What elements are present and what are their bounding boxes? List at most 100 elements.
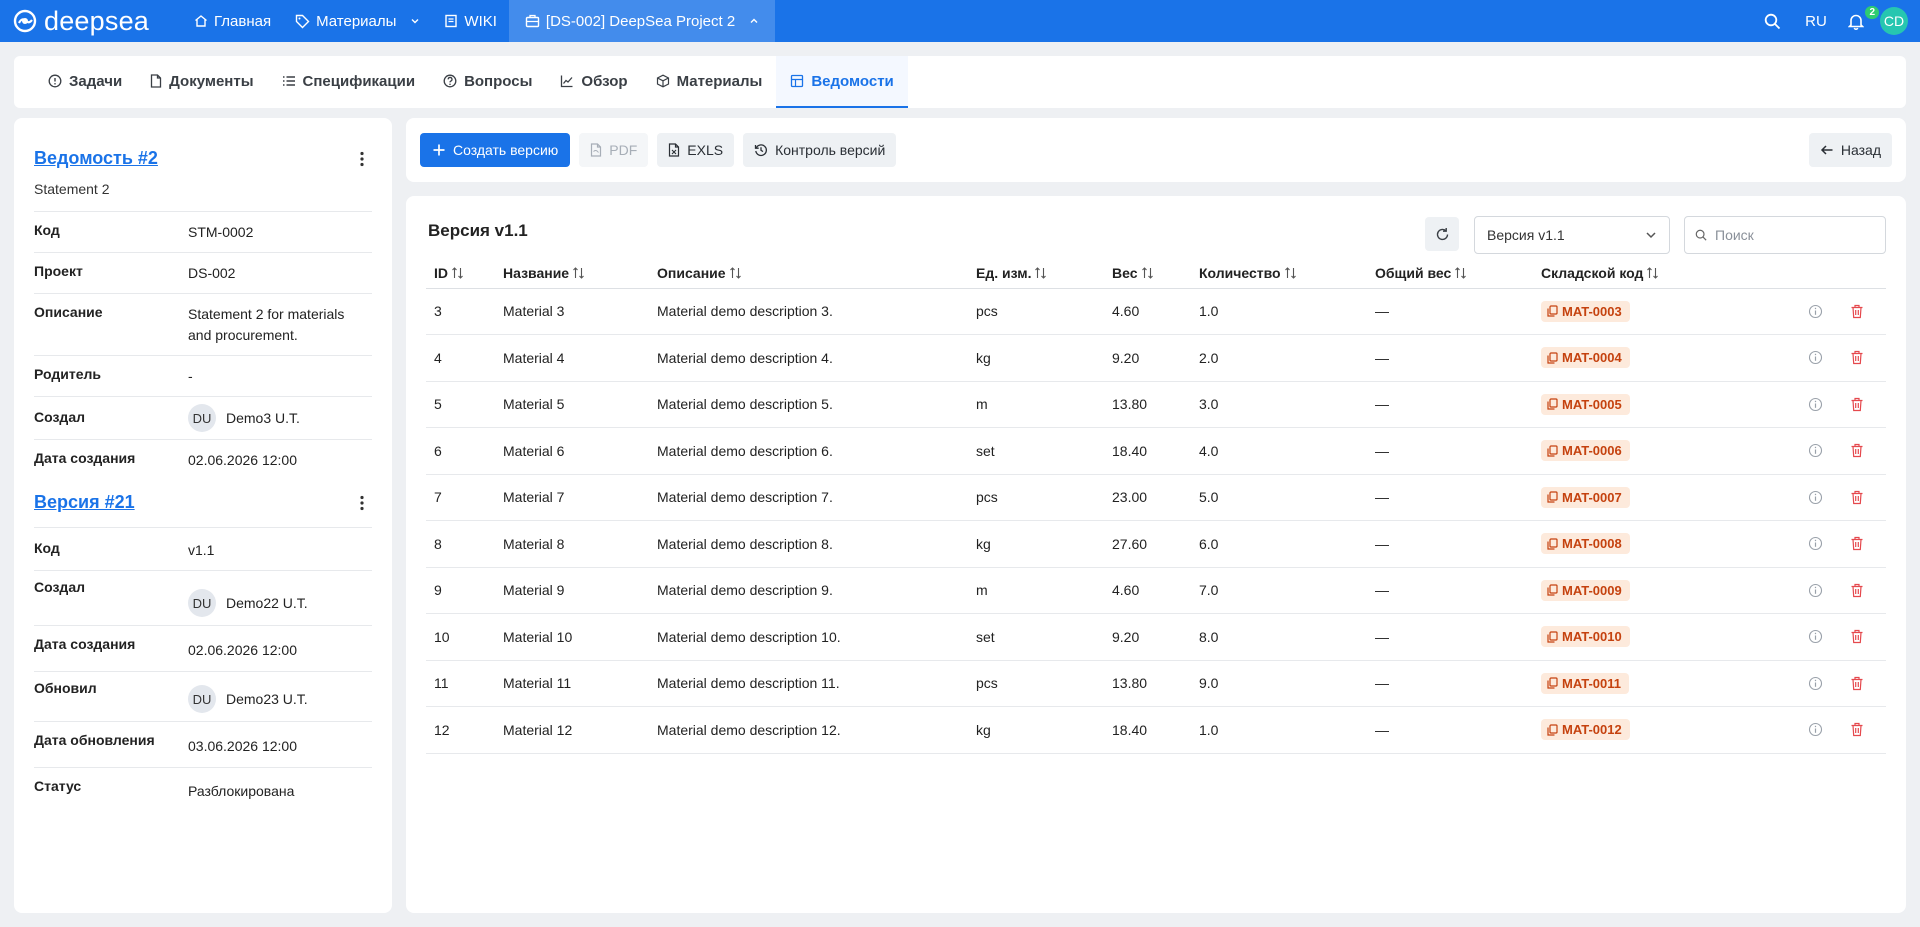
- statement-menu-button[interactable]: [352, 149, 372, 169]
- info-button[interactable]: [1794, 443, 1836, 458]
- column-header-weight[interactable]: Вес: [1104, 258, 1191, 289]
- nav-home[interactable]: Главная: [182, 0, 283, 42]
- field-value: v1.1: [188, 542, 215, 558]
- cell-total-weight: —: [1367, 288, 1533, 335]
- pdf-button[interactable]: PDF: [579, 133, 649, 167]
- info-button[interactable]: [1794, 722, 1836, 737]
- cell-total-weight: —: [1367, 381, 1533, 428]
- search-input[interactable]: [1715, 227, 1875, 243]
- version-select[interactable]: Версия v1.1: [1474, 216, 1670, 254]
- info-button[interactable]: [1794, 676, 1836, 691]
- field-label: Описание: [34, 304, 103, 320]
- stock-code-badge[interactable]: MAT-0006: [1541, 440, 1630, 462]
- table-row[interactable]: 9 Material 9 Material demo description 9…: [426, 567, 1886, 614]
- stock-code-badge[interactable]: MAT-0003: [1541, 300, 1630, 322]
- version-field-updated-at: Дата обновления 03.06.2026 12:00: [34, 721, 372, 767]
- table-row[interactable]: 10 Material 10 Material demo description…: [426, 613, 1886, 661]
- tab-tasks[interactable]: Задачи: [34, 56, 136, 108]
- table-row[interactable]: 8 Material 8 Material demo description 8…: [426, 520, 1886, 568]
- version-control-button[interactable]: Контроль версий: [743, 133, 897, 167]
- field-value: Statement 2 for materials and procuremen…: [188, 306, 345, 343]
- kebab-icon: [360, 151, 364, 166]
- column-header-id[interactable]: ID: [426, 258, 495, 289]
- tab-statements[interactable]: Ведомости: [776, 56, 908, 108]
- table-row[interactable]: 5 Material 5 Material demo description 5…: [426, 381, 1886, 428]
- delete-button[interactable]: [1836, 629, 1878, 644]
- stock-code-badge[interactable]: MAT-0005: [1541, 393, 1630, 415]
- stock-code-badge[interactable]: MAT-0011: [1541, 672, 1630, 694]
- info-button[interactable]: [1794, 629, 1836, 644]
- info-button[interactable]: [1794, 490, 1836, 505]
- tab-tasks-label: Задачи: [69, 72, 123, 90]
- row-actions: [1761, 722, 1878, 737]
- box-icon: [656, 74, 669, 88]
- column-header-description[interactable]: Описание: [649, 258, 968, 289]
- stock-code-badge[interactable]: MAT-0007: [1541, 486, 1630, 508]
- stock-code-badge[interactable]: MAT-0009: [1541, 579, 1630, 601]
- version-menu-button[interactable]: [352, 493, 372, 513]
- nav-wiki[interactable]: WIKI: [432, 0, 509, 42]
- delete-button[interactable]: [1836, 304, 1878, 319]
- cell-unit: pcs: [968, 288, 1104, 335]
- delete-button[interactable]: [1836, 676, 1878, 691]
- delete-button[interactable]: [1836, 722, 1878, 737]
- delete-button[interactable]: [1836, 397, 1878, 412]
- table-row[interactable]: 6 Material 6 Material demo description 6…: [426, 427, 1886, 475]
- delete-button[interactable]: [1836, 536, 1878, 551]
- stock-code-badge[interactable]: MAT-0012: [1541, 719, 1630, 741]
- statement-title-link[interactable]: Ведомость #2: [34, 148, 158, 169]
- tab-overview[interactable]: Обзор: [546, 56, 641, 108]
- cell-unit: kg: [968, 520, 1104, 568]
- project-tabs: Задачи Документы Спецификации Вопросы Об…: [14, 56, 1906, 108]
- nav-project[interactable]: [DS-002] DeepSea Project 2: [508, 0, 776, 42]
- logo[interactable]: deepsea: [12, 0, 182, 42]
- nav-materials[interactable]: Материалы: [283, 0, 432, 42]
- table-row[interactable]: 12 Material 12 Material demo description…: [426, 706, 1886, 754]
- delete-button[interactable]: [1836, 443, 1878, 458]
- column-header-total-weight[interactable]: Общий вес: [1367, 258, 1533, 289]
- back-button[interactable]: Назад: [1808, 133, 1892, 167]
- language-switch[interactable]: RU: [1798, 0, 1834, 42]
- column-header-unit[interactable]: Ед. изм.: [968, 258, 1104, 289]
- sort-icon: [1141, 266, 1153, 279]
- copy-icon: [1547, 305, 1558, 317]
- tab-materials[interactable]: Материалы: [642, 56, 777, 108]
- info-button[interactable]: [1794, 397, 1836, 412]
- version-title-link[interactable]: Версия #21: [34, 492, 135, 513]
- tab-specifications[interactable]: Спецификации: [268, 56, 430, 108]
- info-button[interactable]: [1794, 304, 1836, 319]
- trash-icon: [1851, 490, 1863, 504]
- delete-button[interactable]: [1836, 583, 1878, 598]
- chevron-down-icon: [411, 19, 419, 24]
- info-button[interactable]: [1794, 536, 1836, 551]
- create-version-button[interactable]: Создать версию: [420, 133, 571, 167]
- column-header-name[interactable]: Название: [495, 258, 649, 289]
- user-menu[interactable]: CD: [1880, 0, 1908, 42]
- info-button[interactable]: [1794, 350, 1836, 365]
- create-version-label: Создать версию: [453, 142, 559, 158]
- info-circle-icon: [48, 74, 62, 88]
- refresh-button[interactable]: [1425, 217, 1459, 251]
- notifications-button[interactable]: 2: [1842, 0, 1879, 42]
- delete-button[interactable]: [1836, 490, 1878, 505]
- stock-code-badge[interactable]: MAT-0004: [1541, 347, 1630, 369]
- copy-icon: [1547, 584, 1558, 596]
- stock-code-badge[interactable]: MAT-0010: [1541, 626, 1630, 648]
- table-body: 3 Material 3 Material demo description 3…: [426, 288, 1886, 754]
- tab-documents[interactable]: Документы: [136, 56, 267, 108]
- tab-questions[interactable]: Вопросы: [429, 56, 546, 108]
- table-row[interactable]: 3 Material 3 Material demo description 3…: [426, 288, 1886, 335]
- question-circle-icon: [443, 74, 457, 88]
- tab-questions-label: Вопросы: [464, 72, 533, 90]
- column-header-stock-code[interactable]: Складской код: [1533, 258, 1753, 289]
- global-search-button[interactable]: [1754, 0, 1790, 42]
- table-row[interactable]: 4 Material 4 Material demo description 4…: [426, 334, 1886, 382]
- copy-icon: [1547, 398, 1558, 410]
- exls-button[interactable]: EXLS: [657, 133, 735, 167]
- info-button[interactable]: [1794, 583, 1836, 598]
- table-row[interactable]: 11 Material 11 Material demo description…: [426, 660, 1886, 707]
- delete-button[interactable]: [1836, 350, 1878, 365]
- table-row[interactable]: 7 Material 7 Material demo description 7…: [426, 474, 1886, 521]
- column-header-quantity[interactable]: Количество: [1191, 258, 1367, 289]
- stock-code-badge[interactable]: MAT-0008: [1541, 533, 1630, 555]
